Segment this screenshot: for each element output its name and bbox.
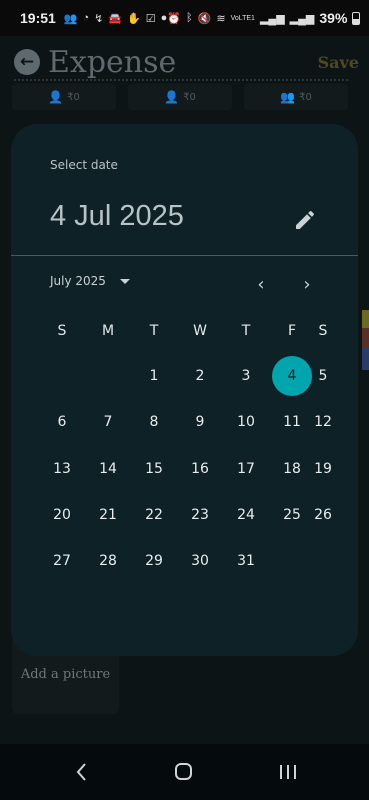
dropdown-caret-icon — [119, 278, 130, 284]
calendar-day[interactable]: 26 — [303, 495, 343, 535]
alarm-icon: ⏰ — [167, 12, 182, 25]
whatsapp-icon: ◔ — [82, 12, 90, 24]
page-header: ← Expense Save — [14, 42, 359, 82]
recents-icon[interactable] — [276, 762, 300, 782]
weekday-label: M — [101, 323, 115, 339]
weekday-label: S — [57, 323, 67, 339]
weekday-label: S — [318, 323, 328, 339]
calendar-day[interactable]: 24 — [226, 495, 266, 535]
date-picker-dialog: Select date 4 Jul 2025 July 2025 ‹ › S M T… — [11, 124, 358, 656]
calendar-day[interactable]: 12 — [303, 402, 343, 442]
split-row: 👤 ₹0 👤 ₹0 👥 ₹0 — [12, 84, 348, 110]
title-underline — [14, 79, 348, 81]
calendar-day[interactable]: 5 — [303, 356, 343, 396]
split-amount: ₹0 — [183, 91, 196, 103]
home-icon[interactable] — [172, 762, 196, 782]
status-bar: 19:51 👥 ◔ ↯ 🚘 ✋ ☑ ● ⏰ ᛒ 🔇 ≋ VoLTE1 ▂▄▆ ▂… — [0, 0, 369, 36]
calendar-day[interactable]: 13 — [42, 449, 82, 489]
signal-icon: ▂▄▆ — [259, 12, 285, 25]
car-icon: 🚘 — [108, 12, 123, 25]
calendar-day[interactable]: 2 — [180, 356, 220, 396]
calendar-day[interactable]: 7 — [88, 402, 128, 442]
split-amount: ₹0 — [67, 91, 80, 103]
calendar-day[interactable]: 9 — [180, 402, 220, 442]
calendar-day[interactable]: 16 — [180, 449, 220, 489]
category-color-strip — [362, 310, 369, 370]
calendar-day[interactable]: 14 — [88, 449, 128, 489]
split-chip[interactable]: 👤 ₹0 — [12, 84, 116, 110]
hand-icon: ✋ — [127, 12, 141, 25]
calendar-day[interactable]: 1 — [134, 356, 174, 396]
dot-icon: ● — [160, 12, 168, 24]
signal-icon: ▂▄▆ — [289, 12, 315, 25]
dialog-supporting-text: Select date — [50, 158, 118, 172]
month-year-selector[interactable]: July 2025 — [50, 274, 130, 288]
group-icon: 👥 — [280, 90, 296, 104]
weekday-header-row: SMTWTFS — [11, 323, 358, 343]
wifi-icon: ≋ — [216, 12, 226, 25]
calendar-day[interactable]: 3 — [226, 356, 266, 396]
calendar-day[interactable]: 31 — [226, 541, 266, 581]
battery-icon — [352, 11, 361, 25]
save-button[interactable]: Save — [318, 53, 359, 72]
header-divider — [11, 255, 358, 256]
calendar-day[interactable]: 8 — [134, 402, 174, 442]
check-box-icon: ☑ — [145, 12, 156, 25]
bluetooth-icon: ᛒ — [186, 12, 193, 24]
edit-icon[interactable] — [293, 208, 317, 232]
weekday-label: T — [241, 323, 251, 339]
previous-month-button[interactable]: ‹ — [249, 272, 273, 296]
selected-date-headline: 4 Jul 2025 — [50, 200, 184, 232]
battery-percent: 39% — [319, 10, 348, 26]
calendar-day[interactable]: 20 — [42, 495, 82, 535]
calendar-day[interactable]: 23 — [180, 495, 220, 535]
person-icon: 👤 — [164, 90, 180, 104]
calendar-day[interactable]: 27 — [42, 541, 82, 581]
back-icon[interactable] — [70, 762, 94, 782]
system-navigation-bar — [0, 744, 369, 800]
calendar-day[interactable]: 21 — [88, 495, 128, 535]
next-month-button[interactable]: › — [295, 272, 319, 296]
chevron-right-icon: › — [303, 273, 311, 295]
back-arrow-icon[interactable]: ← — [14, 49, 40, 75]
person-icon: 👤 — [48, 90, 64, 104]
weekday-label: W — [193, 323, 207, 339]
mute-icon: 🔇 — [197, 12, 212, 25]
calendar-grid: 1 2 3 4 5 6 7 8 9 10 11 12 13 14 15 16 17 18 19 20 21 22 23 24 2… — [11, 356, 358, 596]
status-time: 19:51 — [20, 10, 56, 26]
month-year-label: July 2025 — [50, 274, 106, 288]
split-amount: ₹0 — [299, 91, 312, 103]
split-chip[interactable]: 👤 ₹0 — [128, 84, 232, 110]
calendar-day[interactable]: 6 — [42, 402, 82, 442]
system-icons: ⏰ ᛒ 🔇 ≋ VoLTE1 ▂▄▆ ▂▄▆ 39% — [167, 10, 361, 26]
calendar-day[interactable]: 15 — [134, 449, 174, 489]
group-icon: 👥 — [63, 12, 78, 25]
calendar-day[interactable]: 19 — [303, 449, 343, 489]
split-chip[interactable]: 👥 ₹0 — [244, 84, 348, 110]
volte-icon: VoLTE1 — [230, 14, 255, 22]
calendar-day[interactable]: 29 — [134, 541, 174, 581]
calendar-day[interactable]: 22 — [134, 495, 174, 535]
calendar-day[interactable]: 30 — [180, 541, 220, 581]
calendar-day[interactable]: 10 — [226, 402, 266, 442]
notification-icons: 👥 ◔ ↯ 🚘 ✋ ☑ ● — [64, 12, 168, 25]
weekday-label: T — [149, 323, 159, 339]
page-title: Expense — [48, 44, 177, 80]
chevron-left-icon: ‹ — [257, 273, 265, 295]
calendar-day[interactable]: 17 — [226, 449, 266, 489]
missed-call-icon: ↯ — [94, 12, 104, 25]
add-picture-label: Add a picture — [20, 667, 111, 682]
calendar-day[interactable]: 28 — [88, 541, 128, 581]
